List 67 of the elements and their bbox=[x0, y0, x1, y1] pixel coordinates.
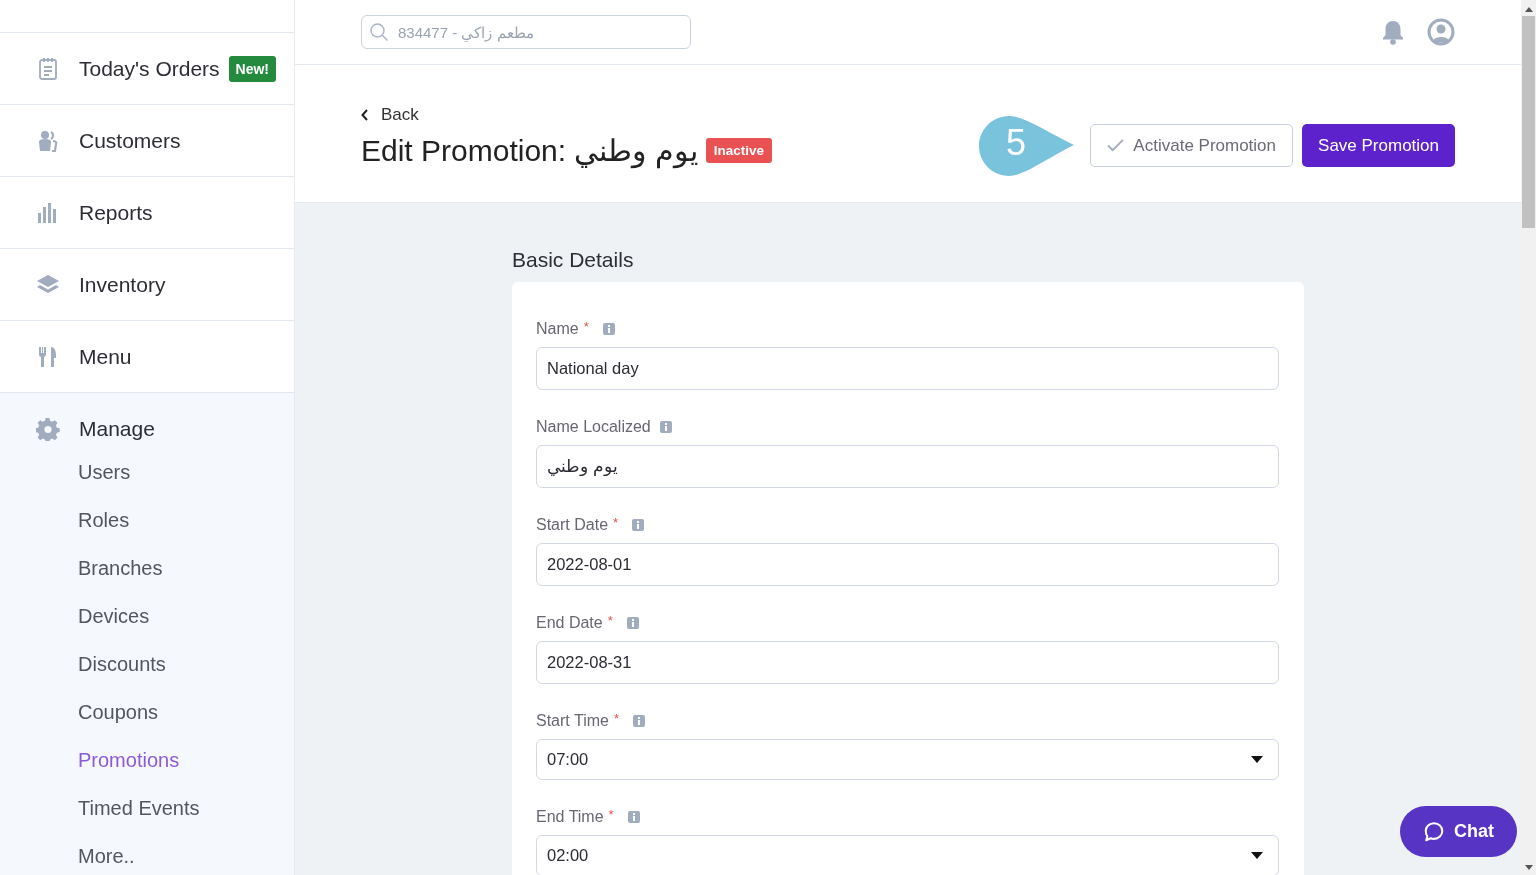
sidebar-link[interactable]: Devices bbox=[0, 592, 150, 640]
scroll-thumb[interactable] bbox=[1522, 16, 1535, 228]
info-icon[interactable] bbox=[626, 617, 639, 629]
notepad-icon bbox=[36, 56, 60, 81]
save-button[interactable]: Save Promotion bbox=[1302, 124, 1455, 167]
status-badge: Inactive bbox=[705, 138, 773, 163]
required-mark: * bbox=[583, 319, 589, 334]
new-badge: New! bbox=[228, 55, 276, 82]
chat-button[interactable]: Chat bbox=[1400, 806, 1517, 857]
sidebar-link[interactable]: Coupons bbox=[0, 688, 159, 736]
scrollbar[interactable] bbox=[1521, 0, 1536, 875]
input-field[interactable]: 2022-08-31 bbox=[536, 641, 1279, 684]
chat-bubble-icon bbox=[1423, 820, 1445, 843]
field-label: Name bbox=[536, 320, 579, 338]
info-icon[interactable] bbox=[632, 715, 645, 727]
sidebar-item[interactable]: Reports bbox=[0, 177, 294, 249]
settings-icon bbox=[36, 417, 60, 441]
info-icon[interactable] bbox=[602, 323, 615, 335]
required-mark: * bbox=[608, 807, 614, 822]
section-heading: Basic Details bbox=[512, 248, 635, 272]
caret-icon bbox=[1251, 756, 1263, 763]
sidebar-link[interactable]: Branches bbox=[0, 544, 163, 592]
info-icon[interactable] bbox=[627, 811, 640, 823]
chevron-left-icon bbox=[361, 109, 369, 121]
field-label: Start Time bbox=[536, 712, 609, 730]
field-label: Name Localized bbox=[536, 418, 651, 436]
nav-label: Inventory bbox=[79, 272, 166, 297]
sidebar-item[interactable]: Today's Orders New! bbox=[0, 33, 294, 105]
step-callout: 5 bbox=[979, 114, 1076, 177]
scroll-down-icon[interactable] bbox=[1523, 865, 1534, 871]
required-mark: * bbox=[613, 515, 619, 530]
nav-label: Manage bbox=[79, 417, 155, 441]
input-field[interactable]: National day bbox=[536, 347, 1279, 390]
sidebar-link[interactable]: Promotions bbox=[0, 736, 180, 784]
scroll-up-icon[interactable] bbox=[1523, 6, 1534, 12]
sidebar-item[interactable]: Manage bbox=[0, 414, 294, 444]
search-field[interactable]: مطعم زاكي - 834477 bbox=[361, 15, 691, 49]
input-field[interactable]: يوم وطني bbox=[536, 445, 1279, 488]
sidebar-link[interactable]: Users bbox=[0, 448, 131, 496]
search-icon bbox=[369, 22, 389, 42]
field-label: End Time bbox=[536, 808, 604, 826]
field-label: End Date bbox=[536, 614, 603, 632]
required-mark: * bbox=[607, 613, 613, 628]
nav-label: Reports bbox=[79, 200, 153, 225]
sidebar-item[interactable]: Inventory bbox=[0, 249, 294, 321]
field-label: Start Date bbox=[536, 516, 609, 534]
caret-icon bbox=[1251, 852, 1263, 859]
people-icon bbox=[36, 128, 60, 153]
sidebar-link[interactable]: Timed Events bbox=[0, 784, 200, 832]
nav-label: Customers bbox=[79, 128, 181, 153]
sidebar-link[interactable]: Discounts bbox=[0, 640, 166, 688]
check-icon bbox=[1107, 139, 1125, 152]
nav-label: Today's Orders bbox=[79, 56, 220, 81]
dropdown-field[interactable]: 07:00 bbox=[536, 739, 1279, 780]
info-icon[interactable] bbox=[659, 421, 672, 433]
sidebar-link[interactable]: More.. bbox=[0, 832, 135, 875]
activate-button[interactable]: Activate Promotion bbox=[1090, 124, 1294, 167]
required-mark: * bbox=[613, 711, 619, 726]
input-field[interactable]: 2022-08-01 bbox=[536, 543, 1279, 586]
info-icon[interactable] bbox=[632, 519, 645, 531]
sidebar-item[interactable]: Customers bbox=[0, 105, 294, 177]
nav-label: Menu bbox=[79, 344, 132, 369]
back-link[interactable]: Back bbox=[361, 105, 419, 125]
sidebar-link[interactable]: Roles bbox=[0, 496, 130, 544]
bell-icon[interactable] bbox=[1381, 19, 1405, 45]
page-title: Edit Promotion: يوم وطني bbox=[361, 133, 698, 168]
user-avatar-icon[interactable] bbox=[1427, 18, 1455, 46]
